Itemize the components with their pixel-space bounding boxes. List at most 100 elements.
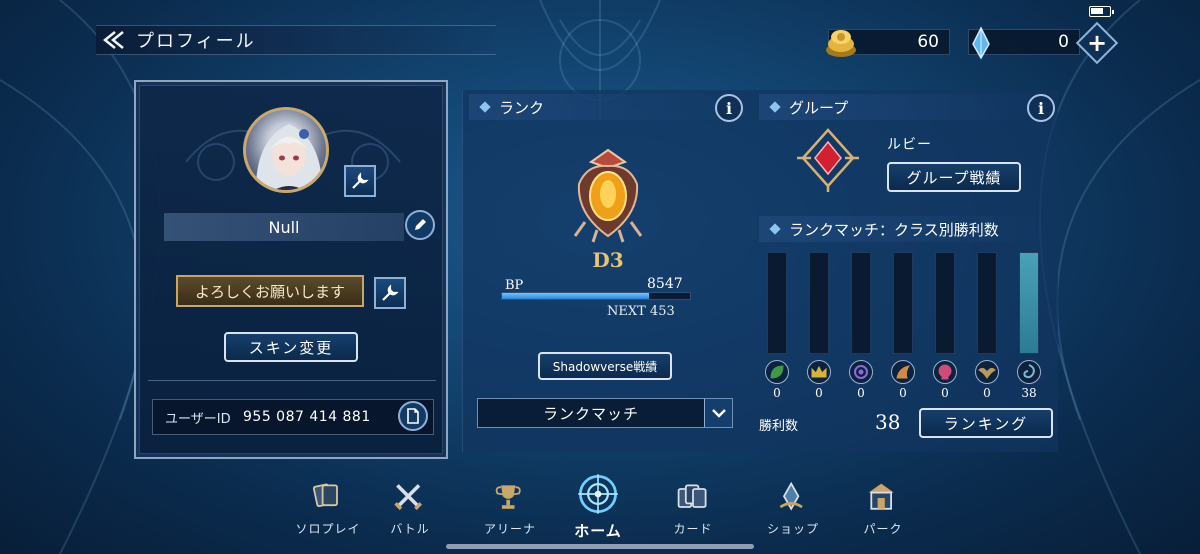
- class-wins-count: 0: [941, 386, 949, 400]
- stats-panel: ランク i D3 BP 8547 NEXT 453 Shadowverse戦績 …: [462, 90, 1058, 452]
- avatar[interactable]: [243, 107, 329, 193]
- group-name: ルビー: [887, 137, 932, 153]
- group-section-header: グループ: [759, 94, 1039, 120]
- rank-name: D3: [592, 248, 624, 272]
- nav-label: カード: [673, 522, 713, 536]
- bar-track: [935, 252, 955, 354]
- home-indicator: [446, 544, 754, 549]
- copy-icon: [407, 408, 419, 424]
- add-crystal-button[interactable]: +: [1075, 21, 1119, 65]
- nav-item-solo-play-cards[interactable]: ソロプレイ: [283, 480, 373, 550]
- pencil-icon: [415, 219, 426, 230]
- class-wins-section-header: ランクマッチ：クラス別勝利数: [759, 216, 1049, 242]
- match-mode-select[interactable]: ランクマッチ: [477, 398, 733, 428]
- class-wins-count: 0: [857, 386, 865, 400]
- group-info-button[interactable]: i: [1027, 94, 1055, 122]
- back-button[interactable]: プロフィール: [96, 25, 496, 55]
- group-section-title: グループ: [789, 98, 849, 117]
- bp-progress-fill: [502, 293, 649, 299]
- match-mode-value: ランクマッチ: [542, 404, 639, 423]
- nav-label: アリーナ: [483, 522, 536, 536]
- bar-track: [767, 252, 787, 354]
- bar-track: [977, 252, 997, 354]
- nav-item-park-gate[interactable]: パーク: [838, 480, 928, 550]
- ranking-button[interactable]: ランキング: [919, 408, 1053, 438]
- nav-label: パーク: [863, 522, 903, 536]
- class-wins-count: 38: [1021, 386, 1037, 400]
- bloodcraft-bat-icon: [975, 360, 999, 384]
- nav-label: ホーム: [574, 522, 622, 540]
- bar-track: [1019, 252, 1039, 354]
- dragoncraft-claw-icon: [891, 360, 915, 384]
- forestcraft-leaf-icon: [765, 360, 789, 384]
- diamond-bullet-icon: [769, 101, 781, 113]
- gold-amount: 60: [917, 32, 939, 52]
- bp-label: BP: [505, 278, 524, 293]
- bar-track: [809, 252, 829, 354]
- shop-crystal-icon: [775, 480, 811, 516]
- gold-counter: 60: [826, 29, 950, 57]
- nav-item-shop-crystal[interactable]: ショップ: [748, 480, 838, 550]
- bar-track: [893, 252, 913, 354]
- user-id-box: ユーザーID 955 087 414 881: [152, 399, 434, 435]
- runecraft-rune-icon: [849, 360, 873, 384]
- cards-icon: [675, 480, 711, 516]
- nav-item-home-compass[interactable]: ホーム: [553, 474, 643, 550]
- class-wins-count: 0: [899, 386, 907, 400]
- wins-total: 38: [875, 410, 901, 434]
- edit-greeting-button[interactable]: [374, 277, 406, 309]
- class-wins-count: 0: [983, 386, 991, 400]
- park-gate-icon: [865, 480, 901, 516]
- rank-info-button[interactable]: i: [715, 94, 743, 122]
- info-icon: i: [1037, 98, 1045, 118]
- ruby-emblem-icon: [793, 128, 863, 196]
- profile-card: Null よろしくお願いします スキン変更 ユーザーID 955 087 414…: [134, 80, 448, 459]
- rank-section-header: ランク: [469, 94, 749, 120]
- next-bp-label: NEXT 453: [607, 304, 675, 319]
- edit-name-button[interactable]: [405, 210, 435, 240]
- player-name: Null: [164, 213, 404, 241]
- nav-item-cards[interactable]: カード: [648, 480, 738, 550]
- group-record-button[interactable]: グループ戦績: [887, 162, 1021, 192]
- class-wins-chart: 0 0 0 0 0 0 38: [765, 252, 1051, 402]
- battery-icon: [1089, 6, 1114, 17]
- nav-label: ソロプレイ: [295, 522, 361, 536]
- bp-value: 8547: [647, 276, 683, 292]
- nav-label: ショップ: [766, 522, 819, 536]
- gold-coin-icon: [821, 24, 861, 67]
- plus-icon: +: [1086, 28, 1108, 57]
- solo-play-cards-icon: [310, 480, 346, 516]
- battery-level-fill: [1091, 8, 1103, 14]
- greeting-message[interactable]: よろしくお願いします: [176, 275, 364, 307]
- divider: [148, 380, 436, 381]
- back-arrow-icon: [96, 30, 136, 50]
- page-title: プロフィール: [136, 31, 256, 52]
- shadowverse-record-button[interactable]: Shadowverse戦績: [538, 352, 672, 380]
- nav-item-battle-swords[interactable]: バトル: [365, 480, 455, 550]
- bar-fill: [1020, 253, 1038, 353]
- wrench-icon: [382, 284, 399, 301]
- crystal-amount: 0: [1058, 32, 1069, 52]
- crystal-icon: [961, 24, 1001, 67]
- bar-track: [851, 252, 871, 354]
- bp-progress-bar: [501, 292, 691, 300]
- diamond-bullet-icon: [769, 223, 781, 235]
- edit-avatar-button[interactable]: [344, 165, 376, 197]
- nav-item-arena-trophy[interactable]: アリーナ: [465, 480, 555, 550]
- wrench-icon: [352, 172, 369, 189]
- class-wins-section-title: ランクマッチ：クラス別勝利数: [789, 220, 999, 239]
- rank-section-title: ランク: [499, 98, 545, 117]
- change-skin-button[interactable]: スキン変更: [224, 332, 358, 362]
- battle-swords-icon: [392, 480, 428, 516]
- nav-label: バトル: [390, 522, 430, 536]
- copy-user-id-button[interactable]: [398, 401, 428, 431]
- swordcraft-crown-icon: [807, 360, 831, 384]
- class-wins-count: 0: [815, 386, 823, 400]
- chevron-down-icon: [704, 399, 732, 427]
- shadowcraft-skull-icon: [933, 360, 957, 384]
- diamond-bullet-icon: [479, 101, 491, 113]
- havencraft-swirl-icon: [1017, 360, 1041, 384]
- crystal-counter: 0: [968, 26, 1080, 60]
- wins-label: 勝利数: [759, 419, 799, 434]
- home-compass-icon: [576, 474, 620, 516]
